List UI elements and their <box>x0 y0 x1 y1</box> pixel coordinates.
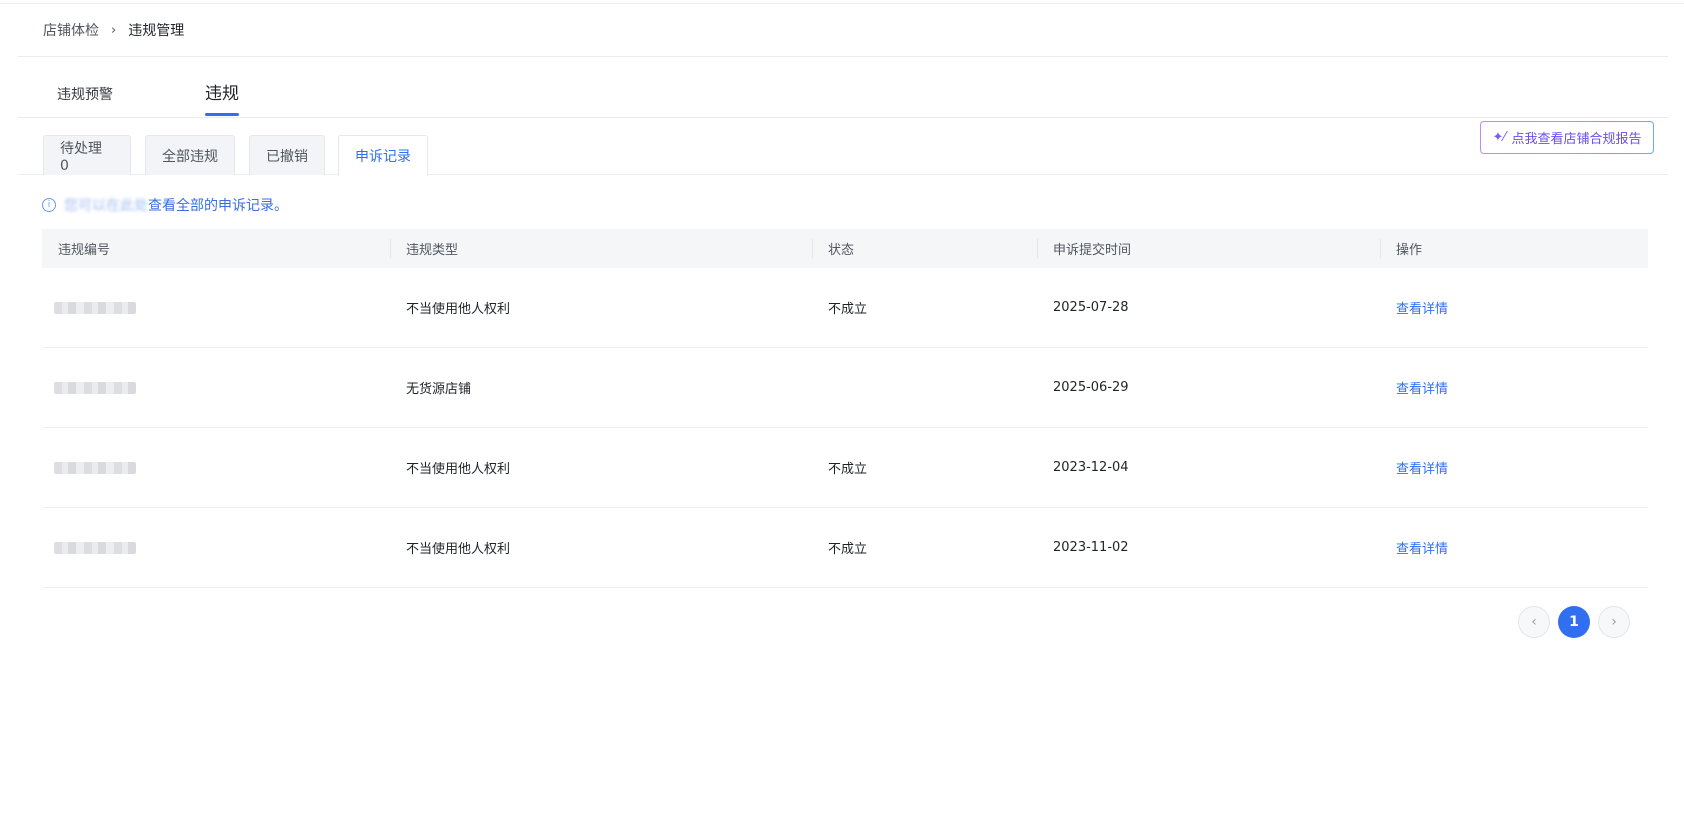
compliance-report-button[interactable]: ✦⁄ 点我查看店铺合规报告 <box>1480 121 1654 154</box>
subtab-appeal-records[interactable]: 申诉记录 <box>338 135 428 176</box>
column-violation-id: 违规编号 <box>58 243 111 258</box>
masked-violation-id <box>54 381 136 394</box>
breadcrumb-store-checkup[interactable]: 店铺体检 <box>43 20 99 40</box>
violation-id-cell <box>42 428 390 508</box>
page-1-button[interactable]: 1 <box>1558 606 1590 638</box>
pagination: ‹ 1 › <box>1518 606 1630 638</box>
column-actions: 操作 <box>1380 229 1648 268</box>
tab-violation[interactable]: 违规 <box>205 61 239 122</box>
view-details-link[interactable]: 查看详情 <box>1396 458 1448 477</box>
tab-label: 违规预警 <box>57 86 113 103</box>
status-cell <box>812 348 1037 428</box>
appeal-time-cell: 2025-06-29 <box>1053 380 1129 395</box>
status-cell: 不成立 <box>828 462 868 477</box>
info-text: 查看全部的申诉记录。 <box>148 198 288 214</box>
tab-violation-warning[interactable]: 违规预警 <box>57 63 113 124</box>
violation-management-page: 店铺体检 › 违规管理 违规预警 违规 待处理 0 全部违规 已撤销 申诉记录 … <box>18 4 1668 826</box>
appeal-time-cell: 2025-07-28 <box>1053 300 1129 315</box>
sparkle-icon: ✦⁄ <box>1492 130 1506 145</box>
violation-type-cell: 不当使用他人权利 <box>406 542 511 557</box>
info-icon: i <box>42 198 56 212</box>
table-row: 不当使用他人权利 不成立 2023-11-02 查看详情 <box>42 508 1648 588</box>
masked-violation-id <box>54 541 136 554</box>
actions-cell: 查看详情 <box>1380 428 1648 508</box>
sub-tabs: 待处理 0 全部违规 已撤销 申诉记录 <box>18 118 1668 176</box>
breadcrumb-current: 违规管理 <box>128 23 185 39</box>
chevron-right-icon: › <box>111 22 117 38</box>
info-text-blurred: 您可以在此处 <box>64 198 148 214</box>
view-details-link[interactable]: 查看详情 <box>1396 538 1448 557</box>
violation-id-cell <box>42 348 390 428</box>
info-notice: i 您可以在此处查看全部的申诉记录。 <box>42 194 288 216</box>
violation-type-cell: 不当使用他人权利 <box>406 462 511 477</box>
prev-page-button[interactable]: ‹ <box>1518 606 1550 638</box>
compliance-report-label: 点我查看店铺合规报告 <box>1511 132 1642 147</box>
appeal-time-cell: 2023-11-02 <box>1053 540 1129 555</box>
main-tabs: 违规预警 违规 <box>18 57 1668 118</box>
status-cell: 不成立 <box>828 302 868 317</box>
masked-violation-id <box>54 301 136 314</box>
actions-cell: 查看详情 <box>1380 268 1648 348</box>
violation-id-cell <box>42 508 390 588</box>
view-details-link[interactable]: 查看详情 <box>1396 298 1448 317</box>
subtab-all-violations[interactable]: 全部违规 <box>145 135 235 175</box>
appeal-records-table: 违规编号 违规类型 状态 申诉提交时间 操作 不当使用他人权利 不成立 2025… <box>42 229 1648 588</box>
actions-cell: 查看详情 <box>1380 508 1648 588</box>
view-details-link[interactable]: 查看详情 <box>1396 378 1448 397</box>
column-violation-type: 违规类型 <box>390 229 812 268</box>
breadcrumb: 店铺体检 › 违规管理 <box>18 4 1668 57</box>
status-cell: 不成立 <box>828 542 868 557</box>
table-header: 违规编号 违规类型 状态 申诉提交时间 操作 <box>42 229 1648 268</box>
tab-label: 违规 <box>205 84 239 104</box>
actions-cell: 查看详情 <box>1380 348 1648 428</box>
active-tab-indicator <box>205 113 239 116</box>
masked-violation-id <box>54 461 136 474</box>
appeal-time-cell: 2023-12-04 <box>1053 460 1129 475</box>
violation-id-cell <box>42 268 390 348</box>
violation-type-cell: 无货源店铺 <box>406 382 472 397</box>
table-row: 无货源店铺 2025-06-29 查看详情 <box>42 348 1648 428</box>
next-page-button[interactable]: › <box>1598 606 1630 638</box>
subtab-revoked[interactable]: 已撤销 <box>249 135 325 175</box>
table-row: 不当使用他人权利 不成立 2025-07-28 查看详情 <box>42 268 1648 348</box>
subtab-pending[interactable]: 待处理 0 <box>43 135 131 175</box>
column-appeal-time: 申诉提交时间 <box>1037 229 1380 268</box>
violation-type-cell: 不当使用他人权利 <box>406 302 511 317</box>
table-row: 不当使用他人权利 不成立 2023-12-04 查看详情 <box>42 428 1648 508</box>
column-status: 状态 <box>812 229 1037 268</box>
